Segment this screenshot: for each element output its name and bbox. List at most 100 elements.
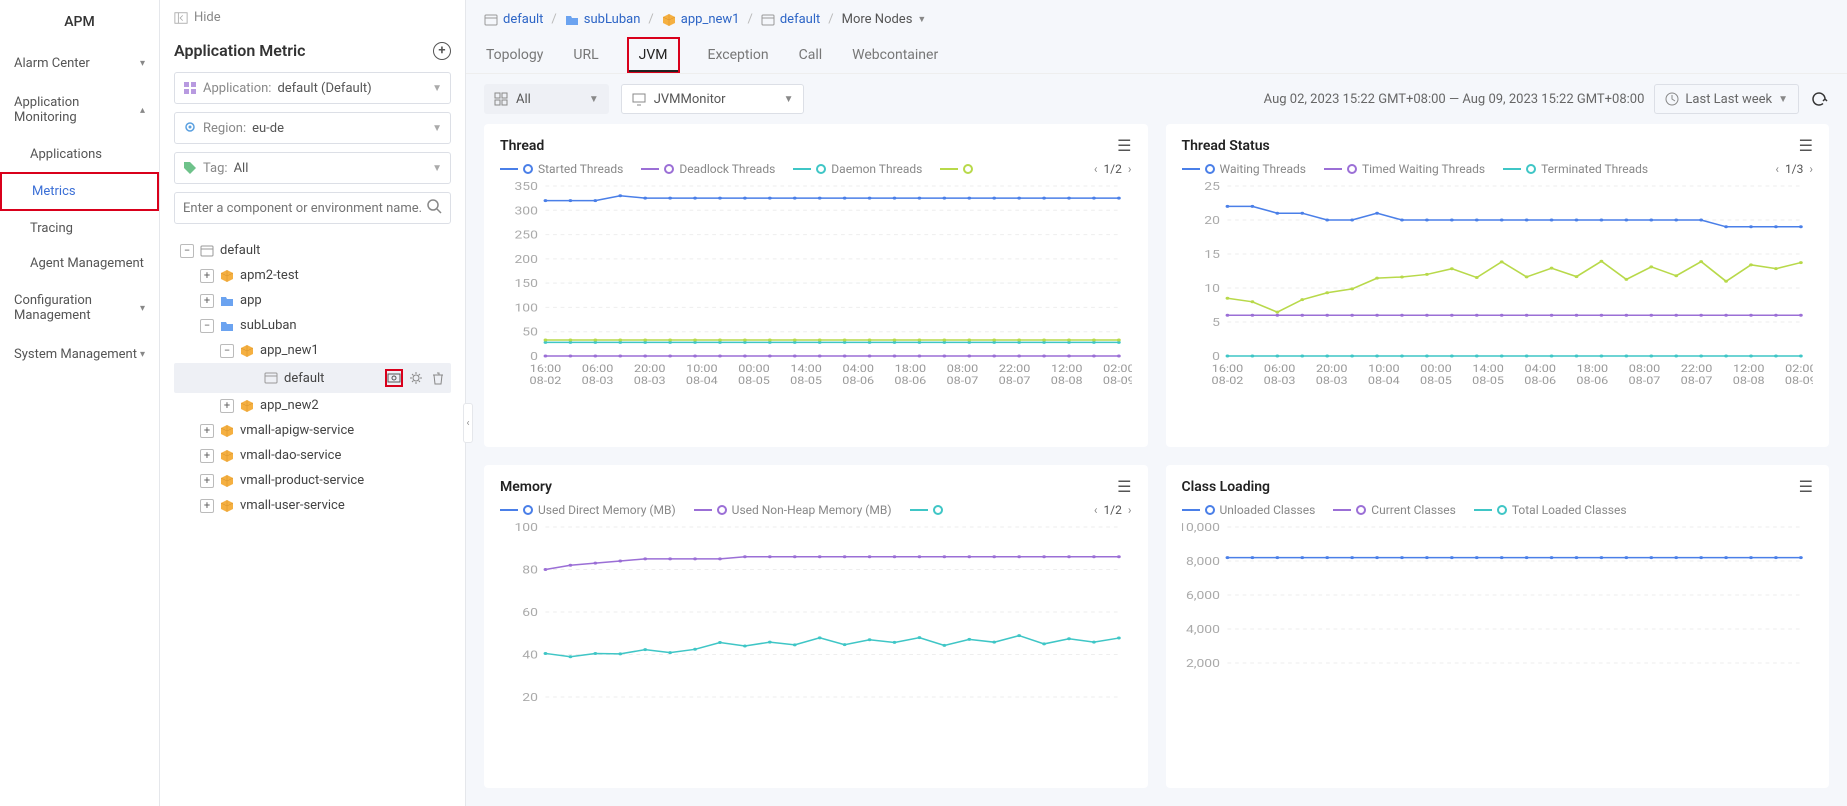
tree-toggle[interactable]: − — [220, 344, 234, 358]
chart-title: Class Loading — [1182, 479, 1271, 495]
tree-toggle[interactable]: + — [200, 424, 214, 438]
chevron-icon: ▾ — [140, 349, 145, 360]
search-input[interactable] — [183, 201, 442, 216]
legend-item[interactable] — [910, 505, 948, 515]
tag-select[interactable]: Tag: All ▼ — [174, 152, 451, 184]
svg-text:08-02: 08-02 — [530, 374, 562, 386]
search-icon[interactable] — [426, 198, 442, 218]
tree-node-default[interactable]: default — [174, 363, 451, 393]
add-metric-button[interactable]: + — [433, 42, 451, 60]
tree-toggle[interactable]: − — [180, 244, 194, 258]
panel-collapse-handle[interactable]: ‹ — [463, 403, 473, 443]
tree-node-vmall-dao-service[interactable]: +vmall-dao-service — [174, 443, 451, 468]
nav-sub-metrics[interactable]: Metrics — [0, 172, 159, 211]
chart-menu-icon[interactable]: ☰ — [1799, 479, 1813, 495]
tab-exception[interactable]: Exception — [706, 37, 771, 73]
pager-prev[interactable]: ‹ — [1094, 162, 1098, 176]
tree-node-vmall-user-service[interactable]: + vmall-user-service — [174, 493, 451, 518]
filter-all-select[interactable]: All ▼ — [484, 84, 609, 114]
tree-node-vmall-apigw-service[interactable]: +vmall-apigw-service — [174, 418, 451, 443]
tree-node-vmall-product-service[interactable]: +vmall-product-service — [174, 468, 451, 493]
legend-item[interactable]: Terminated Threads — [1503, 162, 1648, 176]
nav-sub-agent-management[interactable]: Agent Management — [0, 246, 159, 281]
tree-node-app[interactable]: +app — [174, 288, 451, 313]
legend-item[interactable]: Waiting Threads — [1182, 162, 1306, 176]
search-input-wrap — [174, 192, 451, 224]
tree-toggle[interactable]: + — [200, 269, 214, 283]
tree-toggle[interactable]: + — [200, 294, 214, 308]
tab-call[interactable]: Call — [797, 37, 825, 73]
svg-text:8,000: 8,000 — [1185, 555, 1219, 568]
legend-item[interactable]: Current Classes — [1333, 503, 1456, 517]
application-select[interactable]: Application: default (Default) ▼ — [174, 72, 451, 104]
legend-item[interactable]: Daemon Threads — [793, 162, 922, 176]
hide-panel-button[interactable]: Hide — [174, 0, 451, 35]
tree-toggle[interactable]: + — [200, 449, 214, 463]
view-icon[interactable] — [385, 369, 403, 387]
refresh-button[interactable] — [1809, 89, 1829, 109]
breadcrumb-item[interactable]: app_new1 — [662, 12, 740, 27]
nav-sub-tracing[interactable]: Tracing — [0, 211, 159, 246]
region-select[interactable]: Region: eu-de ▼ — [174, 112, 451, 144]
pin-icon — [183, 121, 197, 135]
pager-next[interactable]: › — [1128, 162, 1132, 176]
svg-text:6,000: 6,000 — [1185, 589, 1219, 602]
nav-item-application-monitoring[interactable]: Application Monitoring▴ — [0, 83, 159, 137]
legend-item[interactable]: Used Direct Memory (MB) — [500, 503, 676, 517]
svg-text:08-07: 08-07 — [999, 374, 1031, 386]
svg-text:08-07: 08-07 — [947, 374, 979, 386]
chart-menu-icon[interactable]: ☰ — [1117, 479, 1131, 495]
pager-next[interactable]: › — [1128, 503, 1132, 517]
legend-item[interactable]: Timed Waiting Threads — [1324, 162, 1485, 176]
legend-item[interactable]: Unloaded Classes — [1182, 503, 1316, 517]
pager-prev[interactable]: ‹ — [1775, 162, 1779, 176]
breadcrumb-item[interactable]: default — [761, 12, 820, 27]
tree-node-app_new2[interactable]: +app_new2 — [174, 393, 451, 418]
svg-text:100: 100 — [514, 302, 537, 315]
nav-item-alarm-center[interactable]: Alarm Center▾ — [0, 44, 159, 83]
breadcrumb-item[interactable]: More Nodes ▼ — [842, 12, 927, 27]
legend-item[interactable] — [940, 164, 978, 174]
tree-toggle[interactable]: + — [220, 399, 234, 413]
svg-text:14:00: 14:00 — [1472, 362, 1503, 374]
chart-title: Thread — [500, 138, 544, 154]
pager-prev[interactable]: ‹ — [1094, 503, 1098, 517]
chevron-down-icon: ▼ — [1778, 94, 1788, 105]
tab-url[interactable]: URL — [571, 37, 600, 73]
nav-item-configuration-management[interactable]: Configuration Management▾ — [0, 281, 159, 335]
tree-toggle[interactable]: + — [200, 474, 214, 488]
tab-webcontainer[interactable]: Webcontainer — [850, 37, 940, 73]
tree-toggle[interactable]: + — [200, 499, 214, 513]
legend-item[interactable]: Started Threads — [500, 162, 623, 176]
svg-text:40: 40 — [522, 649, 538, 662]
tree-label: apm2-test — [240, 268, 299, 283]
nav-sub-applications[interactable]: Applications — [0, 137, 159, 172]
breadcrumb-item[interactable]: subLuban — [565, 12, 641, 27]
pager-next[interactable]: › — [1809, 162, 1813, 176]
gear-icon[interactable] — [407, 369, 425, 387]
svg-text:08-09: 08-09 — [1103, 374, 1132, 386]
trash-icon[interactable] — [429, 369, 447, 387]
tab-topology[interactable]: Topology — [484, 37, 545, 73]
tree-node-default[interactable]: −default — [174, 238, 451, 263]
monitor-icon — [632, 92, 646, 106]
legend-item[interactable]: Total Loaded Classes — [1474, 503, 1627, 517]
nav-item-system-management[interactable]: System Management▾ — [0, 335, 159, 374]
chart-menu-icon[interactable]: ☰ — [1117, 138, 1131, 154]
tree-node-apm2-test[interactable]: + apm2-test — [174, 263, 451, 288]
tab-jvm[interactable]: JVM — [627, 37, 680, 73]
svg-text:18:00: 18:00 — [1576, 362, 1607, 374]
legend-item[interactable]: Used Non-Heap Memory (MB) — [694, 503, 892, 517]
tree-label: vmall-user-service — [240, 498, 345, 513]
filter-monitor-select[interactable]: JVMMonitor ▼ — [621, 84, 805, 114]
legend-item[interactable]: Deadlock Threads — [641, 162, 775, 176]
chart-menu-icon[interactable]: ☰ — [1799, 138, 1813, 154]
time-range-select[interactable]: Last Last week ▼ — [1654, 84, 1799, 114]
app-tree: −default+apm2-test+app−subLuban−app_new1… — [174, 238, 451, 518]
breadcrumb-item[interactable]: default — [484, 12, 543, 27]
tree-node-app_new1[interactable]: −app_new1 — [174, 338, 451, 363]
svg-text:22:00: 22:00 — [1680, 362, 1711, 374]
svg-text:06:00: 06:00 — [1263, 362, 1294, 374]
tree-node-subLuban[interactable]: −subLuban — [174, 313, 451, 338]
tree-toggle[interactable]: − — [200, 319, 214, 333]
